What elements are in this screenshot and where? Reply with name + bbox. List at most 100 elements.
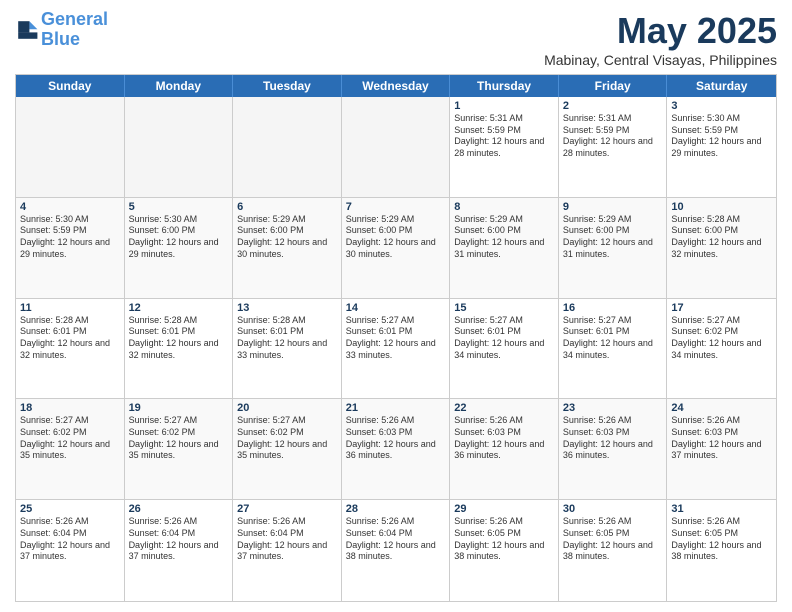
calendar-cell xyxy=(233,97,342,197)
calendar-cell: 8Sunrise: 5:29 AM Sunset: 6:00 PM Daylig… xyxy=(450,198,559,298)
day-number: 8 xyxy=(454,201,554,213)
day-number: 7 xyxy=(346,201,446,213)
cell-info: Sunrise: 5:29 AM Sunset: 6:00 PM Dayligh… xyxy=(237,214,337,261)
calendar-cell: 7Sunrise: 5:29 AM Sunset: 6:00 PM Daylig… xyxy=(342,198,451,298)
cell-info: Sunrise: 5:30 AM Sunset: 5:59 PM Dayligh… xyxy=(20,214,120,261)
calendar-cell: 21Sunrise: 5:26 AM Sunset: 6:03 PM Dayli… xyxy=(342,399,451,499)
calendar-cell: 13Sunrise: 5:28 AM Sunset: 6:01 PM Dayli… xyxy=(233,299,342,399)
logo-line2: Blue xyxy=(41,29,80,49)
logo: General Blue xyxy=(15,10,108,50)
day-number: 22 xyxy=(454,402,554,414)
calendar-cell: 5Sunrise: 5:30 AM Sunset: 6:00 PM Daylig… xyxy=(125,198,234,298)
month-title: May 2025 xyxy=(544,10,777,52)
calendar-cell xyxy=(342,97,451,197)
cell-info: Sunrise: 5:27 AM Sunset: 6:01 PM Dayligh… xyxy=(563,315,663,362)
weekday-header: Sunday xyxy=(16,75,125,97)
cell-info: Sunrise: 5:31 AM Sunset: 5:59 PM Dayligh… xyxy=(563,113,663,160)
day-number: 30 xyxy=(563,503,663,515)
day-number: 10 xyxy=(671,201,772,213)
day-number: 26 xyxy=(129,503,229,515)
cell-info: Sunrise: 5:26 AM Sunset: 6:05 PM Dayligh… xyxy=(454,516,554,563)
cell-info: Sunrise: 5:26 AM Sunset: 6:04 PM Dayligh… xyxy=(129,516,229,563)
day-number: 28 xyxy=(346,503,446,515)
day-number: 12 xyxy=(129,302,229,314)
calendar-cell: 19Sunrise: 5:27 AM Sunset: 6:02 PM Dayli… xyxy=(125,399,234,499)
calendar-week: 25Sunrise: 5:26 AM Sunset: 6:04 PM Dayli… xyxy=(16,500,776,601)
cell-info: Sunrise: 5:28 AM Sunset: 6:00 PM Dayligh… xyxy=(671,214,772,261)
day-number: 15 xyxy=(454,302,554,314)
calendar-cell: 12Sunrise: 5:28 AM Sunset: 6:01 PM Dayli… xyxy=(125,299,234,399)
calendar-cell: 29Sunrise: 5:26 AM Sunset: 6:05 PM Dayli… xyxy=(450,500,559,601)
page: General Blue May 2025 Mabinay, Central V… xyxy=(0,0,792,612)
day-number: 25 xyxy=(20,503,120,515)
calendar-cell: 2Sunrise: 5:31 AM Sunset: 5:59 PM Daylig… xyxy=(559,97,668,197)
calendar-cell: 27Sunrise: 5:26 AM Sunset: 6:04 PM Dayli… xyxy=(233,500,342,601)
calendar-cell: 25Sunrise: 5:26 AM Sunset: 6:04 PM Dayli… xyxy=(16,500,125,601)
calendar-cell: 4Sunrise: 5:30 AM Sunset: 5:59 PM Daylig… xyxy=(16,198,125,298)
calendar-cell: 28Sunrise: 5:26 AM Sunset: 6:04 PM Dayli… xyxy=(342,500,451,601)
logo-line1: General xyxy=(41,9,108,29)
calendar-body: 1 Sunrise: 5:31 AM Sunset: 5:59 PM Daylig… xyxy=(16,97,776,601)
day-number: 4 xyxy=(20,201,120,213)
day-number: 17 xyxy=(671,302,772,314)
cell-info: Sunrise: 5:27 AM Sunset: 6:02 PM Dayligh… xyxy=(671,315,772,362)
cell-info: Sunrise: 5:26 AM Sunset: 6:04 PM Dayligh… xyxy=(237,516,337,563)
cell-info: Sunrise: 5:29 AM Sunset: 6:00 PM Dayligh… xyxy=(454,214,554,261)
calendar-cell: 16Sunrise: 5:27 AM Sunset: 6:01 PM Dayli… xyxy=(559,299,668,399)
cell-info: Sunrise: 5:26 AM Sunset: 6:04 PM Dayligh… xyxy=(346,516,446,563)
day-number: 29 xyxy=(454,503,554,515)
cell-info: Sunrise: 5:28 AM Sunset: 6:01 PM Dayligh… xyxy=(20,315,120,362)
cell-info: Sunrise: 5:26 AM Sunset: 6:04 PM Dayligh… xyxy=(20,516,120,563)
calendar-cell: 22Sunrise: 5:26 AM Sunset: 6:03 PM Dayli… xyxy=(450,399,559,499)
weekday-header: Friday xyxy=(559,75,668,97)
calendar-week: 18 Sunrise: 5:27 AM Sunset: 6:02 PM Dayli… xyxy=(16,399,776,500)
calendar-cell: 23Sunrise: 5:26 AM Sunset: 6:03 PM Dayli… xyxy=(559,399,668,499)
weekday-header: Monday xyxy=(125,75,234,97)
day-number: 11 xyxy=(20,302,120,314)
weekday-header: Thursday xyxy=(450,75,559,97)
day-number: 23 xyxy=(563,402,663,414)
calendar-cell: 11Sunrise: 5:28 AM Sunset: 6:01 PM Dayli… xyxy=(16,299,125,399)
logo-text: General Blue xyxy=(41,10,108,50)
calendar-header: SundayMondayTuesdayWednesdayThursdayFrid… xyxy=(16,75,776,97)
calendar-week: 4Sunrise: 5:30 AM Sunset: 5:59 PM Daylig… xyxy=(16,198,776,299)
cell-info: Sunrise: 5:27 AM Sunset: 6:01 PM Dayligh… xyxy=(346,315,446,362)
calendar-cell xyxy=(125,97,234,197)
day-number: 20 xyxy=(237,402,337,414)
calendar-cell: 18Sunrise: 5:27 AM Sunset: 6:02 PM Dayli… xyxy=(16,399,125,499)
calendar-cell: 6Sunrise: 5:29 AM Sunset: 6:00 PM Daylig… xyxy=(233,198,342,298)
cell-info: Sunrise: 5:26 AM Sunset: 6:03 PM Dayligh… xyxy=(454,415,554,462)
cell-info: Sunrise: 5:26 AM Sunset: 6:03 PM Dayligh… xyxy=(563,415,663,462)
calendar-cell: 20Sunrise: 5:27 AM Sunset: 6:02 PM Dayli… xyxy=(233,399,342,499)
day-number: 6 xyxy=(237,201,337,213)
title-block: May 2025 Mabinay, Central Visayas, Phili… xyxy=(544,10,777,68)
cell-info: Sunrise: 5:26 AM Sunset: 6:05 PM Dayligh… xyxy=(671,516,772,563)
day-number: 31 xyxy=(671,503,772,515)
calendar-cell: 30Sunrise: 5:26 AM Sunset: 6:05 PM Dayli… xyxy=(559,500,668,601)
cell-info: Sunrise: 5:29 AM Sunset: 6:00 PM Dayligh… xyxy=(346,214,446,261)
weekday-header: Wednesday xyxy=(342,75,451,97)
day-number: 27 xyxy=(237,503,337,515)
cell-info: Sunrise: 5:27 AM Sunset: 6:01 PM Dayligh… xyxy=(454,315,554,362)
calendar-cell xyxy=(16,97,125,197)
day-number: 18 xyxy=(20,402,120,414)
day-number: 5 xyxy=(129,201,229,213)
logo-icon xyxy=(15,18,39,42)
day-number: 2 xyxy=(563,100,663,112)
calendar-cell: 3Sunrise: 5:30 AM Sunset: 5:59 PM Daylig… xyxy=(667,97,776,197)
day-number: 1 xyxy=(454,100,554,112)
weekday-header: Saturday xyxy=(667,75,776,97)
day-number: 24 xyxy=(671,402,772,414)
day-number: 21 xyxy=(346,402,446,414)
cell-info: Sunrise: 5:27 AM Sunset: 6:02 PM Dayligh… xyxy=(237,415,337,462)
calendar: SundayMondayTuesdayWednesdayThursdayFrid… xyxy=(15,74,777,602)
header: General Blue May 2025 Mabinay, Central V… xyxy=(15,10,777,68)
calendar-cell: 15Sunrise: 5:27 AM Sunset: 6:01 PM Dayli… xyxy=(450,299,559,399)
calendar-week: 1 Sunrise: 5:31 AM Sunset: 5:59 PM Daylig… xyxy=(16,97,776,198)
cell-info: Sunrise: 5:29 AM Sunset: 6:00 PM Dayligh… xyxy=(563,214,663,261)
day-number: 14 xyxy=(346,302,446,314)
day-number: 3 xyxy=(671,100,772,112)
location: Mabinay, Central Visayas, Philippines xyxy=(544,52,777,68)
calendar-cell: 9Sunrise: 5:29 AM Sunset: 6:00 PM Daylig… xyxy=(559,198,668,298)
calendar-cell: 10Sunrise: 5:28 AM Sunset: 6:00 PM Dayli… xyxy=(667,198,776,298)
